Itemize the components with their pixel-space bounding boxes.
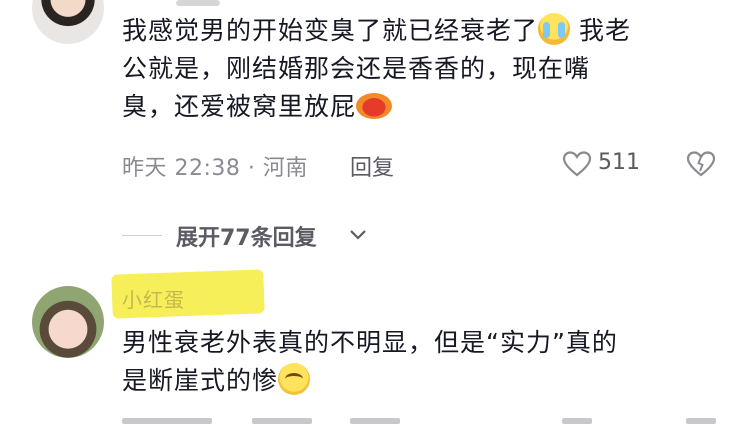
crying-face-icon	[538, 13, 571, 45]
comment-line-2: 是断崖式的惨	[122, 366, 279, 395]
avatar[interactable]	[32, 0, 104, 44]
comment-line-1: 男性衰老外表真的不明显，但是“实力”真的	[122, 328, 618, 357]
lips-icon	[356, 93, 393, 119]
comment-line-1: 我感觉男的开始变臭了就已经衰老了	[122, 16, 539, 45]
comment-username[interactable]: 小红蛋	[122, 284, 185, 313]
expand-replies-label[interactable]: 展开77条回复	[176, 220, 317, 252]
cropped-username	[176, 0, 220, 6]
chevron-down-icon	[350, 230, 366, 240]
comment-meta: 昨天 22:38 · 河南 回复 511	[122, 150, 722, 181]
heart-icon	[562, 151, 592, 177]
comment-text: 男性衰老外表真的不明显，但是“实力”真的 是断崖式的惨	[122, 324, 722, 400]
comment-line-1-end: 我老	[578, 16, 631, 45]
comment-text: 我感觉男的开始变臭了就已经衰老了 我老 公就是，刚结婚那会还是香香的，现在嘴 臭…	[122, 12, 722, 126]
expand-replies[interactable]: 展开77条回复	[122, 220, 422, 252]
broken-heart-icon[interactable]	[686, 150, 716, 178]
cropped-meta-row	[122, 418, 722, 424]
comment-line-3: 臭，还爱被窝里放屁	[122, 92, 357, 121]
reply-button[interactable]: 回复	[350, 150, 394, 182]
like-count: 511	[598, 150, 640, 175]
comment-time-location: 昨天 22:38 · 河南	[122, 156, 308, 181]
pleading-face-icon	[278, 363, 311, 395]
avatar[interactable]	[32, 286, 104, 358]
comment-line-2: 公就是，刚结婚那会还是香香的，现在嘴	[122, 54, 591, 83]
divider	[122, 235, 162, 236]
